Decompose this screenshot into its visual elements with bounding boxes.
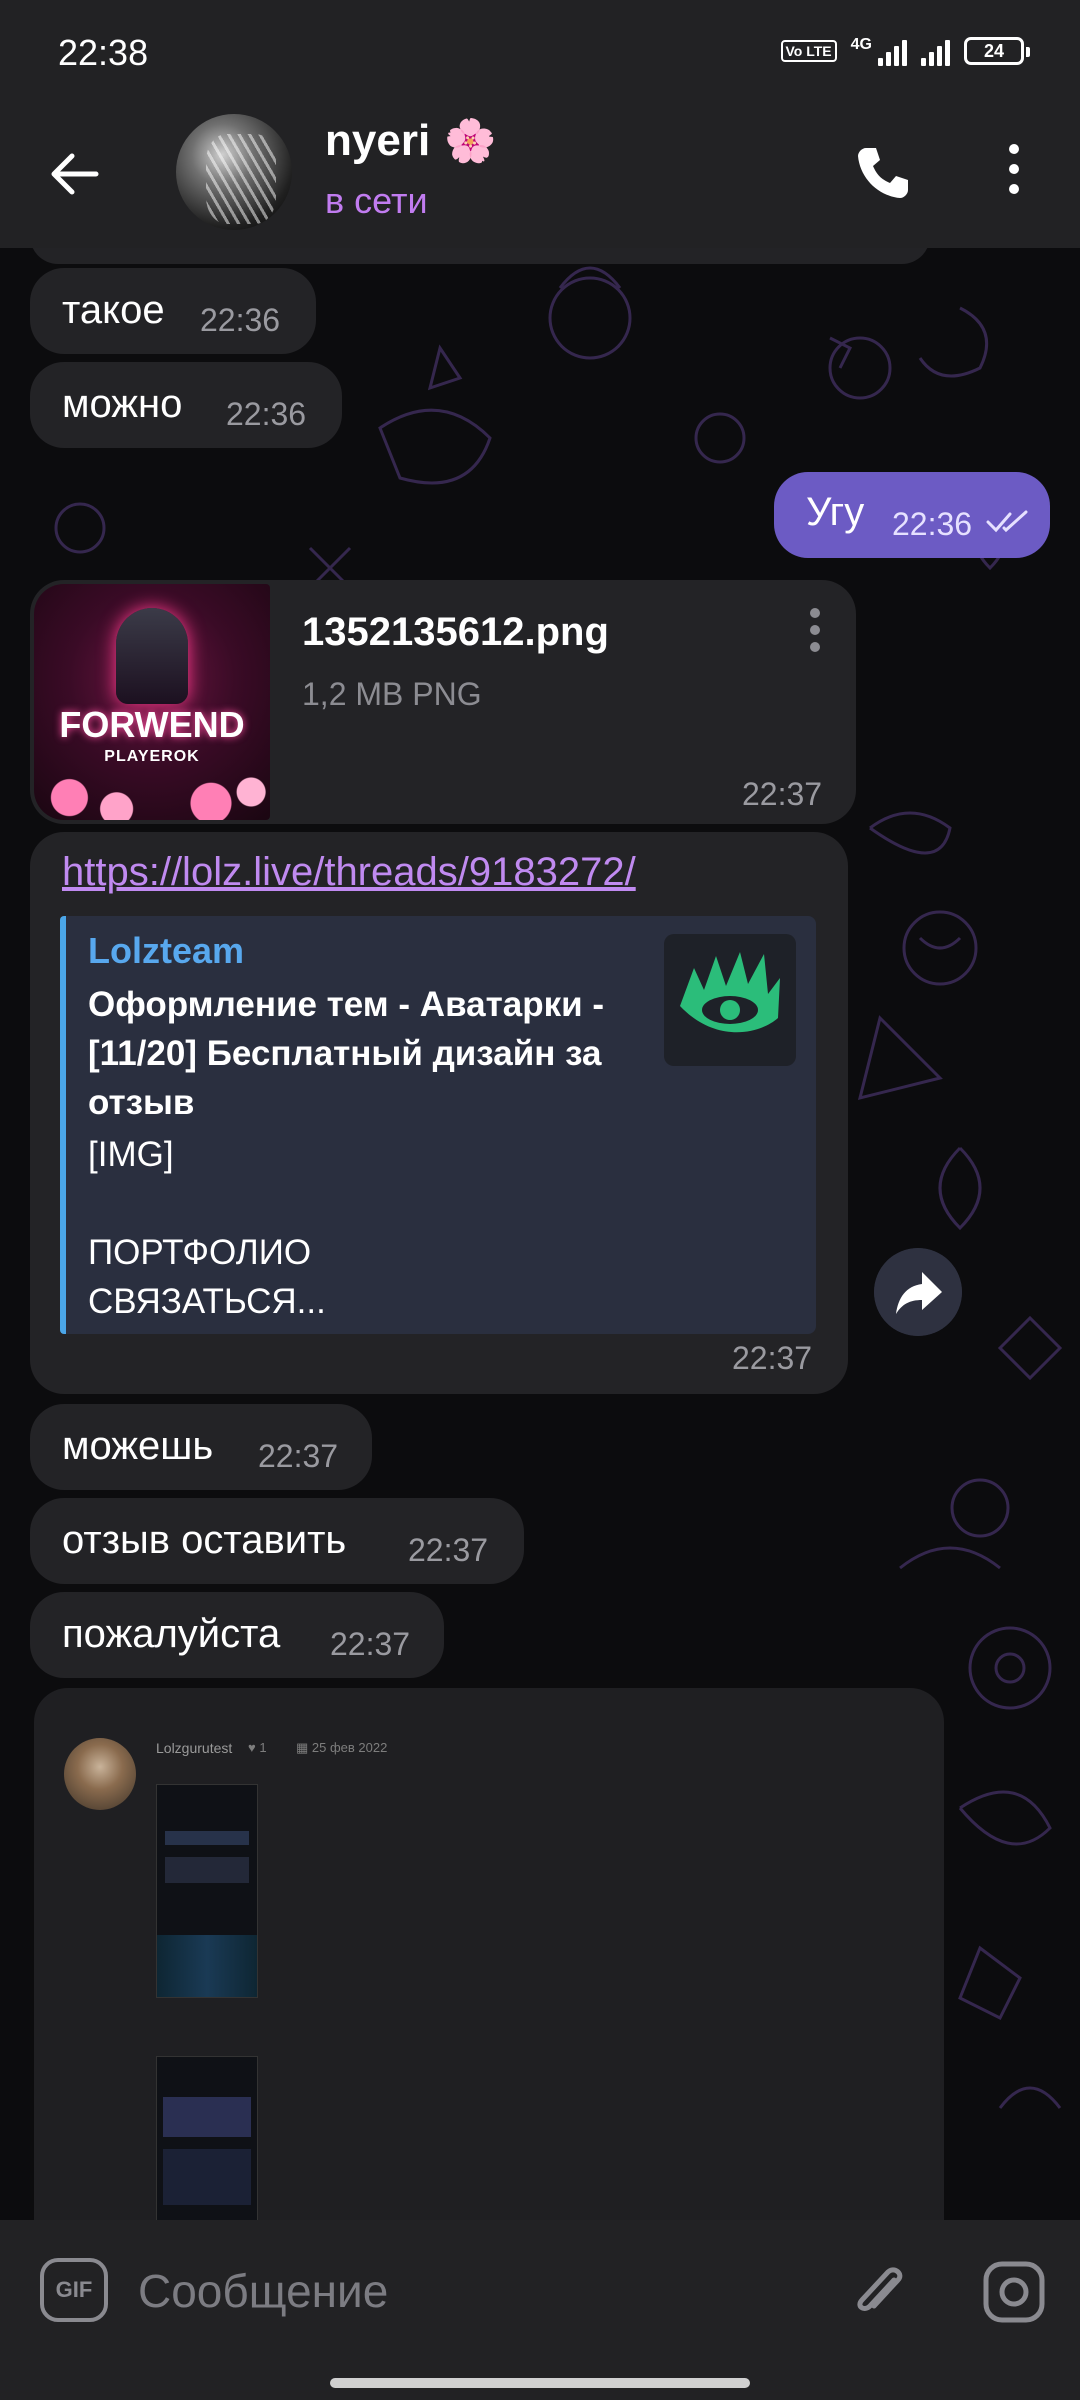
screenshot-image-1: [156, 1784, 258, 1998]
incoming-message[interactable]: пожалуйста 22:37: [30, 1592, 444, 1678]
link-preview-bar: [60, 916, 66, 1334]
message-input[interactable]: Сообщение: [138, 2264, 388, 2318]
link-preview-description: [IMG] ПОРТФОЛИО СВЯЗАТЬСЯ...: [88, 1135, 326, 1321]
read-receipt-icon: [986, 510, 1028, 533]
more-vert-icon[interactable]: [1000, 144, 1028, 204]
message-text: такое: [62, 288, 165, 332]
link-message[interactable]: https://lolz.live/threads/9183272/ Lolzt…: [30, 832, 848, 1394]
partial-message-bubble: [30, 248, 930, 264]
contact-name-text: nyeri: [325, 116, 431, 165]
contact-status: в сети: [325, 180, 428, 221]
message-time: 22:36: [226, 396, 307, 432]
message-time: 22:37: [742, 776, 823, 812]
status-icons: Vo LTE 4G 24: [780, 36, 1030, 66]
incoming-message[interactable]: такое 22:36: [30, 268, 316, 354]
link-preview[interactable]: Lolzteam Оформление тем - Аватарки - [11…: [60, 916, 816, 1334]
flower-icon: 🌸: [444, 117, 497, 164]
gif-icon[interactable]: GIF: [40, 2258, 108, 2322]
screenshot-avatar: [64, 1738, 136, 1810]
link-preview-title: Оформление тем - Аватарки - [11/20] Бесп…: [88, 985, 604, 1122]
file-message[interactable]: FORWEND PLAYEROK 1352135612.png 1,2 MB P…: [30, 580, 856, 824]
chat-header: nyeri 🌸 в сети: [0, 100, 1080, 248]
incoming-message[interactable]: можно 22:36: [30, 362, 342, 448]
link-preview-site: Lolzteam: [88, 930, 245, 971]
gesture-nav-bar: [0, 2360, 1080, 2400]
status-bar: 22:38 Vo LTE 4G 24: [0, 0, 1080, 100]
back-arrow-icon[interactable]: [46, 146, 102, 202]
message-time: 22:36: [892, 506, 973, 542]
screenshot-username: Lolzgurutest: [156, 1740, 233, 1756]
message-text: Угу: [806, 490, 865, 534]
signal-icon: [878, 36, 907, 66]
file-meta: 1,2 MB PNG: [302, 676, 482, 712]
screenshot-image-2: [156, 2056, 258, 2220]
camera-icon[interactable]: [982, 2260, 1046, 2324]
volte-icon: Vo LTE: [780, 40, 837, 62]
contact-name[interactable]: nyeri 🌸: [325, 116, 496, 166]
message-time: 22:36: [200, 302, 281, 338]
incoming-message[interactable]: отзыв оставить 22:37: [30, 1498, 524, 1584]
message-time: 22:37: [408, 1532, 489, 1568]
screenshot-likes: ♥ 1: [248, 1740, 267, 1755]
file-menu-icon[interactable]: [810, 608, 824, 652]
message-input-bar: GIF Сообщение: [0, 2220, 1080, 2360]
file-name: 1352135612.png: [302, 610, 609, 654]
message-text: отзыв оставить: [62, 1518, 347, 1562]
outgoing-message[interactable]: Угу 22:36: [774, 472, 1050, 558]
network-type: 4G: [850, 36, 872, 53]
incoming-message[interactable]: можешь 22:37: [30, 1404, 372, 1490]
image-message[interactable]: Lolzgurutest ♥ 1 ▦ 25 фев 2022: [34, 1688, 944, 2220]
file-thumbnail[interactable]: FORWEND PLAYEROK: [34, 584, 270, 820]
contact-avatar[interactable]: [176, 114, 292, 230]
message-link[interactable]: https://lolz.live/threads/9183272/: [62, 850, 636, 895]
thumbnail-brand: FORWEND: [59, 704, 245, 745]
status-time: 22:38: [58, 32, 149, 73]
signal-icon-2: [921, 36, 950, 66]
chat-area[interactable]: такое 22:36 можно 22:36 Угу 22:36 FORWEN…: [0, 248, 1080, 2220]
attach-paperclip-icon[interactable]: [850, 2260, 910, 2324]
message-text: пожалуйста: [62, 1612, 281, 1656]
message-time: 22:37: [258, 1438, 339, 1474]
share-forward-icon[interactable]: [874, 1248, 962, 1336]
message-time: 22:37: [330, 1626, 411, 1662]
message-text: можно: [62, 382, 183, 426]
message-text: можешь: [62, 1424, 214, 1468]
battery-icon: 24: [964, 37, 1030, 65]
lolzteam-logo-icon: [664, 934, 796, 1066]
phone-icon[interactable]: [852, 142, 912, 202]
thumbnail-flowers: [34, 764, 270, 820]
message-time: 22:37: [732, 1340, 813, 1376]
screenshot-date: ▦ 25 фев 2022: [296, 1740, 388, 1755]
home-indicator[interactable]: [330, 2378, 750, 2388]
thumbnail-figure: [116, 608, 188, 704]
